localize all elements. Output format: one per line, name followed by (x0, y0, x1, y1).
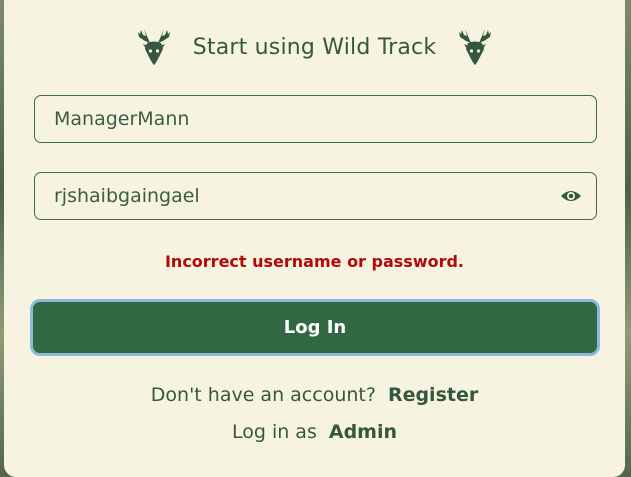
register-prompt: Don't have an account? (150, 384, 376, 406)
username-field[interactable] (34, 95, 597, 143)
login-header: Start using Wild Track (4, 25, 625, 69)
admin-prompt: Log in as (231, 421, 317, 443)
register-row: Don't have an account? Register (4, 384, 625, 406)
eye-icon[interactable] (560, 188, 582, 204)
admin-row: Log in as Admin (4, 421, 625, 443)
deer-head-icon (459, 29, 492, 65)
deer-head-icon (137, 29, 170, 65)
username-input[interactable] (54, 108, 582, 130)
password-field[interactable] (34, 172, 597, 220)
password-input[interactable] (54, 185, 560, 207)
register-link[interactable]: Register (388, 384, 478, 406)
login-card: Start using Wild Track Incorrect usernam… (4, 0, 625, 477)
page-title: Start using Wild Track (192, 34, 437, 60)
error-message: Incorrect username or password. (164, 252, 465, 271)
admin-link[interactable]: Admin (329, 421, 397, 443)
login-button[interactable]: Log In (30, 299, 600, 356)
